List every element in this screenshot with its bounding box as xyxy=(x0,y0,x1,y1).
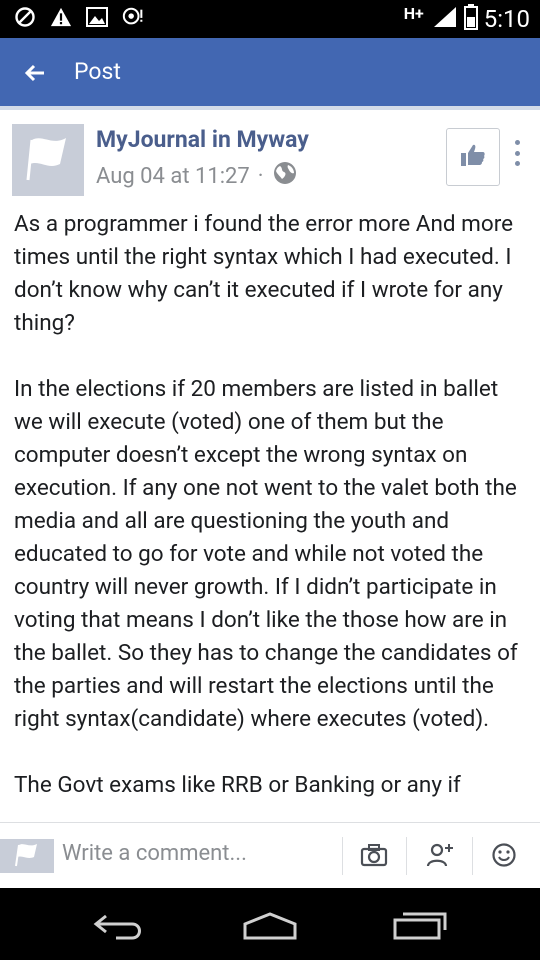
nav-back-icon[interactable] xyxy=(90,906,150,946)
divider xyxy=(342,837,343,875)
warning-icon xyxy=(50,6,72,28)
comment-input[interactable]: Write a comment... xyxy=(62,841,247,866)
chat-alert-icon xyxy=(122,6,144,28)
add-person-icon xyxy=(426,842,454,872)
status-bar: H+ 5:10 xyxy=(0,0,540,38)
tag-friend-button[interactable] xyxy=(422,841,458,873)
clock: 5:10 xyxy=(483,5,530,33)
like-button[interactable] xyxy=(446,128,500,186)
nav-recents-icon[interactable] xyxy=(390,906,450,946)
divider xyxy=(472,837,473,875)
flag-icon xyxy=(14,841,40,871)
nav-home-icon[interactable] xyxy=(240,906,300,946)
post-paragraph: The Govt exams like RRB or Banking or an… xyxy=(14,772,461,798)
flag-icon xyxy=(26,134,70,186)
network-type: H+ xyxy=(403,3,424,23)
post-author[interactable]: MyJournal in Myway xyxy=(96,126,309,153)
system-nav-bar xyxy=(0,888,540,960)
emoji-button[interactable] xyxy=(486,841,522,873)
page-title: Post xyxy=(74,58,121,85)
post-paragraph: As a programmer i found the error more A… xyxy=(14,211,514,336)
post-paragraph: In the elections if 20 members are liste… xyxy=(14,376,518,732)
image-icon xyxy=(86,6,108,28)
app-bar: Post xyxy=(0,38,540,110)
battery-icon xyxy=(463,4,478,34)
post-body: As a programmer i found the error more A… xyxy=(14,208,530,822)
thumbs-up-icon xyxy=(460,143,486,171)
divider xyxy=(406,837,407,875)
avatar[interactable] xyxy=(12,124,84,196)
more-options-icon[interactable] xyxy=(512,140,522,166)
post-timestamp[interactable]: Aug 04 at 11:27 xyxy=(96,164,250,189)
globe-icon xyxy=(272,160,298,192)
comment-composer: Write a comment... xyxy=(0,822,540,889)
back-arrow-icon[interactable] xyxy=(20,58,50,88)
composer-avatar xyxy=(0,839,54,873)
meta-separator: · xyxy=(257,163,264,189)
blocked-icon xyxy=(14,6,36,28)
smiley-icon xyxy=(491,842,517,872)
signal-icon xyxy=(432,5,458,33)
post-meta: Aug 04 at 11:27 · xyxy=(96,160,298,192)
camera-icon xyxy=(360,843,388,871)
camera-button[interactable] xyxy=(356,841,392,873)
